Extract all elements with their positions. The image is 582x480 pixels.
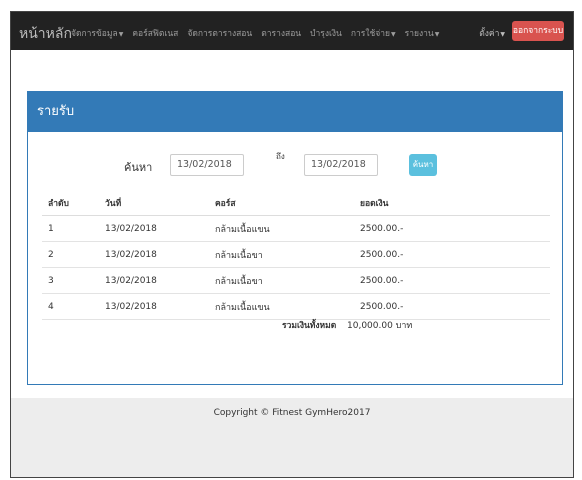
cell-course: กล้ามเนื้อขา bbox=[209, 267, 354, 294]
table-row: 4 13/02/2018 กล้ามเนื้อแขน 2500.00.- bbox=[42, 293, 550, 320]
nav-item-manage-schedule[interactable]: จัดการตารางสอน bbox=[187, 26, 252, 40]
caret-down-icon: ▼ bbox=[434, 31, 440, 38]
navbar: หน้าหลัก จัดการข้อมูล▼ คอร์สฟิตเนส จัดกา… bbox=[11, 12, 573, 50]
cell-course: กล้ามเนื้อแขน bbox=[209, 293, 354, 320]
caret-down-icon: ▼ bbox=[118, 31, 124, 38]
from-date-input[interactable]: 13/02/2018 bbox=[170, 154, 244, 176]
settings-menu-label: ตั้งค่า bbox=[479, 29, 500, 39]
nav-item-label: คอร์สฟิตเนส bbox=[132, 29, 179, 39]
caret-down-icon: ▼ bbox=[500, 31, 505, 38]
cell-amount: 2500.00.- bbox=[354, 215, 471, 242]
cell-index: 2 bbox=[42, 241, 99, 268]
table-header-row: ลำดับ วันที่ คอร์ส ยอดเงิน bbox=[42, 190, 550, 216]
income-panel: รายรับ ค้นหา 13/02/2018 ถึง 13/02/2018 ค… bbox=[27, 91, 563, 385]
total-label: รวมเงินทั้งหมด bbox=[282, 321, 337, 331]
cell-amount: 2500.00.- bbox=[354, 267, 471, 294]
cell-date: 13/02/2018 bbox=[99, 215, 209, 242]
nav-item-fitness-courses[interactable]: คอร์สฟิตเนส bbox=[132, 26, 178, 40]
caret-down-icon: ▼ bbox=[391, 31, 396, 38]
nav-menu: จัดการข้อมูล▼ คอร์สฟิตเนส จัดการตารางสอน… bbox=[71, 26, 448, 40]
nav-item-label: ตารางสอน bbox=[261, 29, 302, 39]
cell-course: กล้ามเนื้อขา bbox=[209, 241, 354, 268]
cell-date: 13/02/2018 bbox=[99, 267, 209, 294]
app-window: หน้าหลัก จัดการข้อมูล▼ คอร์สฟิตเนส จัดกา… bbox=[10, 11, 574, 478]
cell-index: 1 bbox=[42, 215, 99, 242]
table-row: 1 13/02/2018 กล้ามเนื้อแขน 2500.00.- bbox=[42, 215, 550, 242]
logout-button[interactable]: ออกจากระบบ bbox=[512, 21, 564, 41]
nav-item-label: การใช้จ่าย bbox=[350, 29, 391, 39]
cell-date: 13/02/2018 bbox=[99, 241, 209, 268]
search-button[interactable]: ค้นหา bbox=[409, 154, 437, 176]
footer-copyright: Copyright © Fitnest GymHero2017 bbox=[213, 408, 371, 418]
nav-item-payment[interactable]: บำรุงเงิน bbox=[310, 26, 342, 40]
nav-item-schedule[interactable]: ตารางสอน bbox=[261, 26, 301, 40]
nav-item-label: จัดการข้อมูล bbox=[71, 29, 118, 39]
cell-date: 13/02/2018 bbox=[99, 293, 209, 320]
table-row: 2 13/02/2018 กล้ามเนื้อขา 2500.00.- bbox=[42, 241, 550, 268]
to-label: ถึง bbox=[276, 152, 285, 161]
to-date-input[interactable]: 13/02/2018 bbox=[304, 154, 378, 176]
total-value: 10,000.00 บาท bbox=[347, 321, 413, 331]
cell-spacer bbox=[471, 267, 550, 294]
cell-amount: 2500.00.- bbox=[354, 241, 471, 268]
cell-index: 4 bbox=[42, 293, 99, 320]
main-content: รายรับ ค้นหา 13/02/2018 ถึง 13/02/2018 ค… bbox=[11, 50, 573, 398]
nav-brand-home[interactable]: หน้าหลัก bbox=[19, 23, 72, 45]
header-amount: ยอดเงิน bbox=[354, 190, 471, 216]
nav-item-label: บำรุงเงิน bbox=[310, 29, 342, 39]
cell-spacer bbox=[471, 293, 550, 320]
panel-title: รายรับ bbox=[28, 92, 562, 132]
nav-item-manage-data[interactable]: จัดการข้อมูล▼ bbox=[71, 26, 123, 40]
cell-amount: 2500.00.- bbox=[354, 293, 471, 320]
nav-item-expenses[interactable]: การใช้จ่าย▼ bbox=[351, 26, 396, 40]
header-date: วันที่ bbox=[99, 190, 209, 216]
settings-menu[interactable]: ตั้งค่า▼ bbox=[479, 26, 505, 40]
table-row: 3 13/02/2018 กล้ามเนื้อขา 2500.00.- bbox=[42, 267, 550, 294]
header-course: คอร์ส bbox=[209, 190, 354, 216]
income-table: ลำดับ วันที่ คอร์ส ยอดเงิน 1 13/02/2018 … bbox=[42, 190, 550, 320]
nav-item-label: รายงาน bbox=[404, 29, 434, 39]
cell-spacer bbox=[471, 215, 550, 242]
cell-spacer bbox=[471, 241, 550, 268]
header-index: ลำดับ bbox=[42, 190, 99, 216]
search-label: ค้นหา bbox=[124, 161, 153, 174]
nav-item-label: จัดการตารางสอน bbox=[187, 29, 253, 39]
nav-item-reports[interactable]: รายงาน▼ bbox=[405, 26, 440, 40]
header-spacer bbox=[471, 190, 550, 216]
cell-course: กล้ามเนื้อแขน bbox=[209, 215, 354, 242]
cell-index: 3 bbox=[42, 267, 99, 294]
